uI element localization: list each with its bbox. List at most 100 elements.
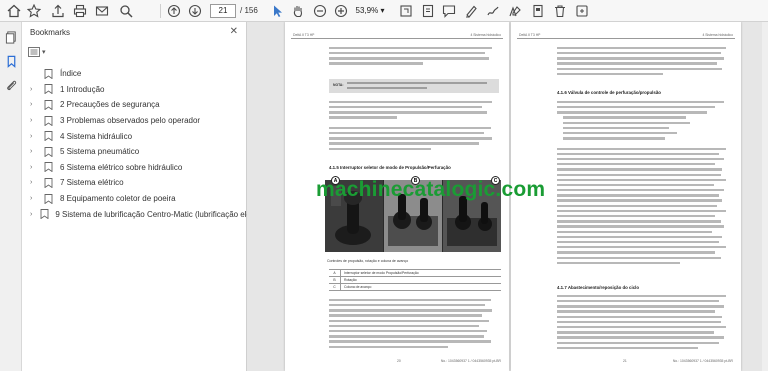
zoom-level[interactable]: 53,9% ▾ (355, 4, 385, 18)
bookmark-item[interactable]: › 1 Introdução (22, 82, 247, 98)
bookmark-label: 1 Introdução (60, 84, 105, 94)
chevron-right-icon[interactable]: › (22, 211, 32, 218)
bookmark-icon (44, 115, 54, 126)
table-cell-key: B (329, 277, 341, 283)
text-block (329, 296, 499, 351)
draw-icon[interactable] (485, 3, 501, 19)
bookmarks-panel: Bookmarks ✕ ▾ Índice › 1 Introdução › 2 Pr… (22, 22, 269, 371)
zoom-in-icon[interactable] (333, 3, 349, 19)
chevron-down-icon: ▾ (42, 49, 46, 56)
page-header-left: DeltA II T3 HP (519, 33, 541, 37)
search-icon[interactable] (118, 3, 134, 19)
chevron-right-icon[interactable]: › (22, 86, 36, 93)
select-cursor-icon[interactable] (270, 3, 286, 19)
bookmark-icon (44, 193, 54, 204)
table-cell-key: C (329, 284, 341, 290)
toolbar-divider (160, 4, 161, 18)
toolbar: 21 / 156 53,9% ▾ (0, 0, 768, 22)
star-icon[interactable] (26, 3, 42, 19)
hand-tool-icon[interactable] (290, 3, 306, 19)
note-label: NOTA: (333, 83, 344, 87)
page-total: / 156 (240, 6, 258, 15)
bookmark-label: Índice (60, 69, 82, 79)
note-box: NOTA: (329, 79, 499, 93)
list-options-icon (28, 47, 40, 57)
text-block (557, 292, 733, 352)
table-row: B Rotação (329, 277, 501, 284)
bookmark-icon (40, 209, 49, 220)
highlight-pen-icon[interactable] (463, 3, 479, 19)
bookmarks-panel-title: Bookmarks (30, 28, 71, 37)
header-rule (291, 38, 503, 39)
figure-caption: Controles de propulsão, rotação e coluna… (327, 259, 409, 263)
tools-icon[interactable] (574, 3, 590, 19)
chevron-down-icon: ▾ (380, 6, 385, 15)
comment-icon[interactable] (441, 3, 457, 19)
watermark-text: machinecatalogic.com (316, 178, 546, 201)
text-block (557, 44, 733, 78)
page-header-right: 4 Sistema hidráulico (470, 33, 501, 37)
sign-icon[interactable] (507, 3, 523, 19)
zoom-out-icon[interactable] (312, 3, 328, 19)
next-page-icon[interactable] (187, 3, 203, 19)
print-icon[interactable] (72, 3, 88, 19)
text-block (329, 98, 499, 153)
chevron-right-icon[interactable]: › (22, 179, 36, 186)
bookmark-item[interactable]: › 7 Sistema elétrico (22, 175, 247, 191)
attachment-icon[interactable] (4, 78, 18, 92)
chevron-right-icon[interactable]: › (22, 148, 36, 155)
delete-icon[interactable] (552, 3, 568, 19)
legend-table: A Interruptor seletor de modo Propulsão/P… (329, 269, 501, 291)
section-title: 4.1.7 Abastecimento/reposição do ciclo (557, 285, 640, 290)
bookmark-icon (44, 162, 54, 173)
table-cell-value: Coluna de avanço (344, 285, 372, 289)
header-rule (517, 38, 735, 39)
bookmark-item[interactable]: › 5 Sistema pneumático (22, 144, 247, 160)
bookmark-item[interactable]: › 9 Sistema de lubrificação Centro-Matic … (22, 206, 269, 222)
section-title: 4.1.6 Válvula de controle de perfuração/… (557, 90, 661, 95)
table-cell-value: Interruptor seletor de modo Propulsão/Pe… (344, 271, 419, 275)
chevron-right-icon[interactable]: › (22, 195, 36, 202)
home-icon[interactable] (6, 3, 22, 19)
page-footer-number: 20 (397, 359, 401, 363)
text-block (329, 44, 499, 68)
previous-page-icon[interactable] (166, 3, 182, 19)
table-row: A Interruptor seletor de modo Propulsão/P… (329, 270, 501, 277)
bookmark-icon (44, 178, 54, 189)
chevron-right-icon[interactable]: › (22, 133, 36, 140)
page-footer-doc: No.: 1043560937 1 / 0443560935 pt-BR (440, 359, 501, 363)
bookmark-label: 7 Sistema elétrico (60, 178, 124, 188)
table-cell-key: A (329, 270, 341, 276)
page-thumbnails-icon[interactable] (4, 30, 18, 44)
bookmark-item[interactable]: › 6 Sistema elétrico sobre hidráulico (22, 160, 247, 176)
zoom-level-value: 53,9% (355, 6, 379, 15)
bookmark-icon (44, 84, 54, 95)
bookmark-icon[interactable] (4, 54, 18, 68)
upload-icon[interactable] (50, 3, 66, 19)
chevron-right-icon[interactable]: › (22, 117, 36, 124)
close-icon[interactable]: ✕ (230, 26, 238, 37)
bookmark-options-button[interactable]: ▾ (28, 46, 50, 58)
scroll-mode-icon[interactable] (420, 3, 436, 19)
section-title: 4.1.5 Interruptor seletor de modo de Pro… (329, 165, 451, 170)
bookmark-icon (44, 131, 54, 142)
bookmark-item[interactable]: Índice (22, 66, 247, 82)
chevron-right-icon[interactable]: › (22, 101, 36, 108)
bookmark-item[interactable]: › 3 Problemas observados pelo operador (22, 113, 247, 129)
bookmark-item[interactable]: › 8 Equipamento coletor de poeira (22, 191, 247, 207)
bookmark-label: 3 Problemas observados pelo operador (60, 116, 201, 126)
navigation-strip (0, 22, 22, 371)
bookmark-item[interactable]: › 4 Sistema hidráulico (22, 128, 247, 144)
email-icon[interactable] (94, 3, 110, 19)
table-row: C Coluna de avanço (329, 284, 501, 291)
fit-page-icon[interactable] (398, 3, 414, 19)
page-number-input[interactable]: 21 (210, 4, 236, 18)
bookmark-label: 4 Sistema hidráulico (60, 131, 133, 141)
bookmark-item[interactable]: › 2 Precauções de segurança (22, 97, 247, 113)
bookmark-icon (44, 68, 54, 80)
bookmark-label: 9 Sistema de lubrificação Centro-Matic (… (55, 209, 269, 219)
bookmark-list: Índice › 1 Introdução › 2 Precauções de se… (22, 66, 269, 222)
vertical-scrollbar[interactable] (762, 22, 768, 371)
chevron-right-icon[interactable]: › (22, 164, 36, 171)
page-view-icon[interactable] (530, 3, 546, 19)
